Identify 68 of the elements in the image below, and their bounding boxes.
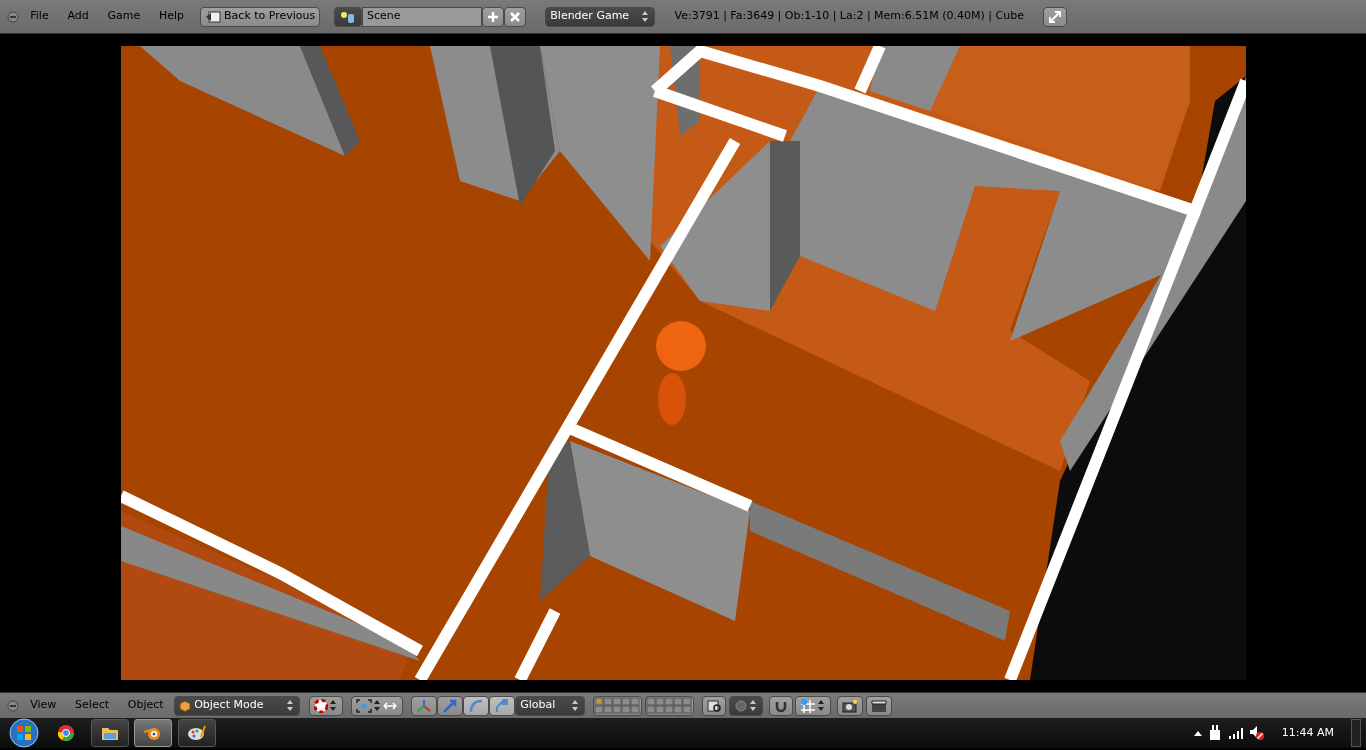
render-image-button[interactable] (836, 695, 863, 716)
manipulator-toggle[interactable] (437, 695, 464, 716)
render-engine-dropdown[interactable]: Blender Game (545, 6, 656, 27)
up-down-arrows-icon (285, 699, 296, 712)
taskbar-app-button[interactable] (90, 719, 129, 747)
manipulator-toggle[interactable] (411, 695, 438, 716)
menu-item[interactable]: Add (59, 8, 97, 25)
render-animation-button[interactable] (865, 695, 892, 716)
up-down-arrows-icon (748, 699, 759, 712)
pivot-icon (355, 698, 372, 713)
clock[interactable]: 11:44 AM (1281, 724, 1334, 742)
camera-icon (841, 698, 858, 713)
manipulator-toggle[interactable] (489, 695, 516, 716)
arrow-icon (442, 697, 459, 714)
taskbar-app-button[interactable] (177, 719, 216, 747)
mode-dropdown[interactable]: Object Mode (174, 695, 301, 716)
pivot-dropdown[interactable] (350, 695, 403, 716)
grid-snap-icon (800, 697, 817, 714)
proportional-edit-dropdown[interactable] (729, 695, 764, 716)
back-icon (205, 10, 222, 23)
signal-bars-icon (1227, 727, 1244, 739)
manipulator-toggle[interactable] (463, 695, 490, 716)
delete-scene-button[interactable] (504, 6, 527, 27)
chain-link-icon (707, 698, 722, 713)
menu-item[interactable]: File (22, 8, 57, 25)
up-down-arrows-icon (327, 699, 338, 712)
taskbar-app-button[interactable] (134, 719, 172, 747)
scene-browse-button[interactable] (334, 6, 363, 27)
up-down-arrows-icon (816, 699, 827, 712)
show-hidden-icons-icon (1192, 729, 1203, 737)
menu-item[interactable]: Help (150, 8, 193, 25)
plus-icon (487, 10, 500, 23)
shading-dropdown[interactable] (308, 695, 343, 716)
expand-icon (1048, 9, 1063, 24)
palette-icon (186, 723, 207, 743)
menu-item[interactable]: Select (67, 697, 118, 714)
menu-item[interactable]: View (22, 697, 65, 714)
up-down-arrows-icon (640, 10, 651, 23)
circle-logo-icon (56, 723, 76, 743)
orientation-dropdown[interactable]: Global (515, 695, 586, 716)
up-down-arrows-icon (570, 699, 581, 712)
snap-element-dropdown[interactable] (795, 695, 832, 716)
up-down-arrows-icon (371, 699, 382, 712)
scale-handle-icon (494, 697, 511, 714)
muted-speaker-icon (1249, 725, 1266, 741)
scene-field[interactable]: Scene (362, 6, 483, 27)
fullscreen-button[interactable] (1043, 6, 1068, 27)
add-scene-button[interactable] (482, 6, 505, 27)
layer-grid-icon (594, 697, 642, 714)
scene-statistics: Ve:3791 | Fa:3649 | Ob:1-10 | La:2 | Mem:6.51M (0.40M) | Cube (674, 8, 1024, 25)
close-icon (509, 10, 522, 23)
collapse-icon (5, 698, 20, 713)
layer-buttons[interactable] (645, 695, 695, 716)
menu-item[interactable]: Game (99, 8, 149, 25)
power-plug-icon (1208, 725, 1223, 741)
lock-layers-button[interactable] (702, 695, 727, 716)
circle-icon (734, 698, 749, 713)
back-button[interactable]: Back to Previous (200, 6, 321, 27)
layer-buttons[interactable] (593, 695, 643, 716)
show-desktop-button[interactable] (1350, 719, 1361, 747)
clapperboard-icon (870, 698, 887, 713)
cube-icon (179, 699, 192, 712)
menu-item[interactable]: Object (119, 697, 172, 714)
manipulator-axes-icon (416, 697, 433, 714)
collapse-icon (5, 9, 20, 24)
snap-toggle[interactable] (768, 695, 793, 716)
layer-grid-icon (646, 697, 694, 714)
arc-icon (468, 697, 485, 714)
